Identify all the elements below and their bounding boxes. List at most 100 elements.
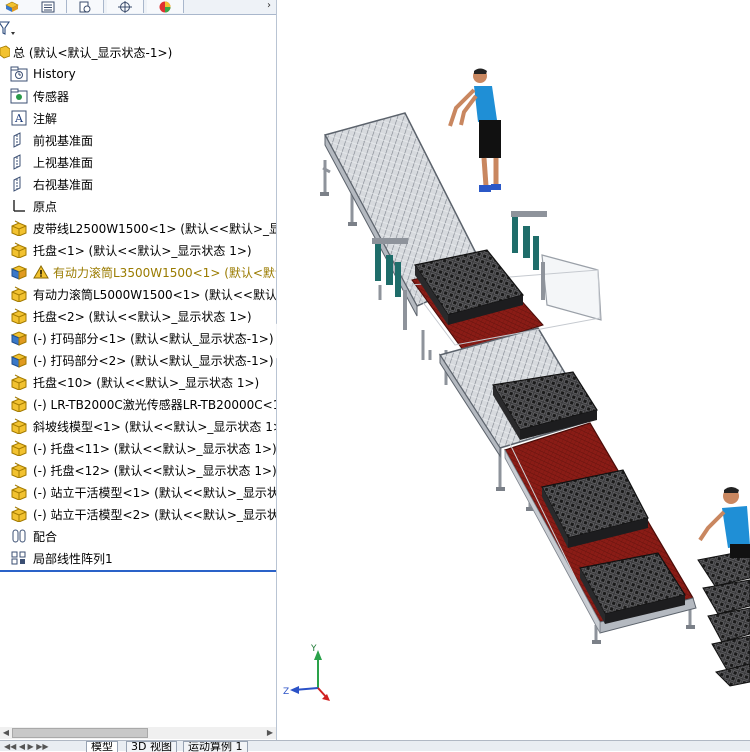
- filter-icon[interactable]: [0, 20, 18, 38]
- tab-model[interactable]: 模型: [86, 741, 118, 752]
- tree-item-label: (-) 打码部分<2> (默认<默认_显示状态-1>): [33, 353, 274, 368]
- configuration-manager-tab[interactable]: [67, 0, 104, 13]
- tree-item-label: (-) 托盘<11> (默认<<默认>_显示状态 1>): [33, 441, 277, 456]
- plane-icon: [10, 153, 28, 171]
- tree-item-label: 局部线性阵列1: [33, 551, 113, 566]
- sensor-icon: [10, 87, 28, 105]
- tree-item[interactable]: 托盘<1> (默认<<默认>_显示状态 1>): [0, 239, 276, 261]
- part-icon: [10, 263, 28, 281]
- assembly-icon: [10, 461, 28, 479]
- tree-item[interactable]: (-) 托盘<12> (默认<<默认>_显示状态 1>): [0, 459, 276, 481]
- tree-item[interactable]: History: [0, 63, 276, 85]
- standing-worker-model: [448, 68, 501, 192]
- tree-item[interactable]: 局部线性阵列1: [0, 547, 276, 569]
- tree-item[interactable]: 前视基准面: [0, 129, 276, 151]
- warning-icon: [33, 264, 49, 280]
- tree-item-label: 注解: [33, 111, 58, 126]
- tree-item-label: 右视基准面: [33, 177, 94, 192]
- tree-item-label: 托盘<2> (默认<<默认>_显示状态 1>): [33, 309, 252, 324]
- scroll-right-icon[interactable]: ▶: [264, 727, 276, 739]
- tree-item-label: 原点: [33, 199, 58, 214]
- crosshair-icon: [118, 0, 132, 13]
- origin-icon: [10, 197, 28, 215]
- assembly-icon: [10, 439, 28, 457]
- assembly-3d-model: Y Z: [283, 68, 750, 701]
- triad-y-label: Y: [310, 644, 317, 654]
- mates-icon: [10, 527, 28, 545]
- assembly-icon: [10, 219, 28, 237]
- assembly-icon: [10, 285, 28, 303]
- tree-root[interactable]: 总 (默认<默认_显示状态-1>): [0, 41, 276, 63]
- stacked-pallets: [697, 549, 750, 687]
- property-manager-tab[interactable]: [30, 0, 67, 13]
- tree-end-divider: [0, 570, 276, 572]
- part-icon: [10, 329, 28, 347]
- assembly-icon: [10, 395, 28, 413]
- tree-item[interactable]: 配合: [0, 525, 276, 547]
- plane-icon: [10, 131, 28, 149]
- tree-item[interactable]: 托盘<10> (默认<<默认>_显示状态 1>): [0, 371, 276, 393]
- assembly-icon: [10, 505, 28, 523]
- assembly-icon: [0, 43, 10, 61]
- annotation-icon: A: [10, 109, 28, 127]
- tree-item[interactable]: (-) 站立干活模型<1> (默认<<默认>_显示状: [0, 481, 276, 503]
- tree-item-label: 配合: [33, 529, 58, 544]
- scrollbar-thumb[interactable]: [12, 728, 148, 738]
- svg-text:A: A: [14, 112, 24, 125]
- tree-item[interactable]: 右视基准面: [0, 173, 276, 195]
- assembly-icon: [10, 241, 28, 259]
- plane-icon: [10, 175, 28, 193]
- list-icon: [41, 1, 55, 12]
- triad-z-label: Z: [283, 687, 289, 697]
- tree-item[interactable]: (-) LR-TB2000C激光传感器LR-TB20000C<1: [0, 393, 276, 415]
- scroll-left-icon[interactable]: ◀: [0, 727, 12, 739]
- tree-item[interactable]: (-) 站立干活模型<2> (默认<<默认>_显示状: [0, 503, 276, 525]
- tree-item[interactable]: 传感器: [0, 85, 276, 107]
- tree-item[interactable]: 斜坡线模型<1> (默认<<默认>_显示状态 1>: [0, 415, 276, 437]
- tree-item[interactable]: (-) 打码部分<2> (默认<默认_显示状态-1>): [0, 349, 276, 371]
- tree-item-label: 传感器: [33, 89, 70, 104]
- feature-manager-tab[interactable]: [0, 0, 31, 13]
- assembly-icon: [10, 483, 28, 501]
- tree-item[interactable]: (-) 托盘<11> (默认<<默认>_显示状态 1>): [0, 437, 276, 459]
- feature-tree: 总 (默认<默认_显示状态-1>) History 传感器 A 注解前视基准面上视基准…: [0, 41, 276, 569]
- tree-item[interactable]: (-) 打码部分<1> (默认<默认_显示状态-1>): [0, 327, 276, 349]
- tree-item[interactable]: 有动力滚筒L3500W1500<1> (默认<默认: [0, 261, 276, 283]
- chevron-right-icon[interactable]: ›: [262, 0, 276, 13]
- tree-root-label: 总 (默认<默认_显示状态-1>): [13, 45, 173, 60]
- tree-item-label: 托盘<1> (默认<<默认>_显示状态 1>): [33, 243, 252, 258]
- tab-motion-study[interactable]: 运动算例 1: [183, 741, 248, 752]
- bottom-tab-bar: ◀◀ ◀ ▶ ▶▶ 模型 3D 视图 运动算例 1: [0, 740, 750, 752]
- tree-item[interactable]: A 注解: [0, 107, 276, 129]
- tree-item-label: History: [33, 67, 76, 81]
- tree-item-label: 有动力滚筒L5000W1500<1> (默认<<默认>: [33, 287, 277, 302]
- part-icon: [10, 351, 28, 369]
- pattern-icon: [10, 549, 28, 567]
- tree-item-label: (-) 打码部分<1> (默认<默认_显示状态-1>): [33, 331, 274, 346]
- tree-item[interactable]: 原点: [0, 195, 276, 217]
- tree-item-label: 前视基准面: [33, 133, 94, 148]
- tree-item-label: (-) LR-TB2000C激光传感器LR-TB20000C<1: [33, 397, 277, 412]
- tree-item-label: 有动力滚筒L3500W1500<1> (默认<默认: [53, 265, 277, 280]
- tree-item[interactable]: 上视基准面: [0, 151, 276, 173]
- assembly-icon: [10, 417, 28, 435]
- assembly-icon: [10, 373, 28, 391]
- tree-item[interactable]: 皮带线L2500W1500<1> (默认<<默认>_显示: [0, 217, 276, 239]
- display-manager-tab[interactable]: [147, 0, 184, 13]
- dimxpert-tab[interactable]: [107, 0, 144, 13]
- coordinate-triad: Y Z: [283, 644, 330, 701]
- tree-item-label: (-) 托盘<12> (默认<<默认>_显示状态 1>): [33, 463, 277, 478]
- filter-row: [0, 18, 276, 38]
- tree-item[interactable]: 有动力滚筒L5000W1500<1> (默认<<默认>: [0, 283, 276, 305]
- graphics-viewport[interactable]: Y Z: [277, 0, 750, 740]
- tree-item-label: 上视基准面: [33, 155, 94, 170]
- tree-item-label: 皮带线L2500W1500<1> (默认<<默认>_显示: [33, 221, 277, 236]
- horizontal-scrollbar[interactable]: ◀ ▶: [0, 727, 276, 739]
- tree-item[interactable]: 托盘<2> (默认<<默认>_显示状态 1>): [0, 305, 276, 327]
- config-icon: [79, 1, 91, 12]
- feature-manager-panel: › 总 (默认<默认_显示状态-1>) History 传感器 A 注解前视基准面上视…: [0, 0, 277, 750]
- history-folder-icon: [10, 65, 28, 83]
- cube-icon: [5, 1, 19, 12]
- tab-3d-view[interactable]: 3D 视图: [126, 741, 177, 752]
- tree-item-label: 托盘<10> (默认<<默认>_显示状态 1>): [33, 375, 260, 390]
